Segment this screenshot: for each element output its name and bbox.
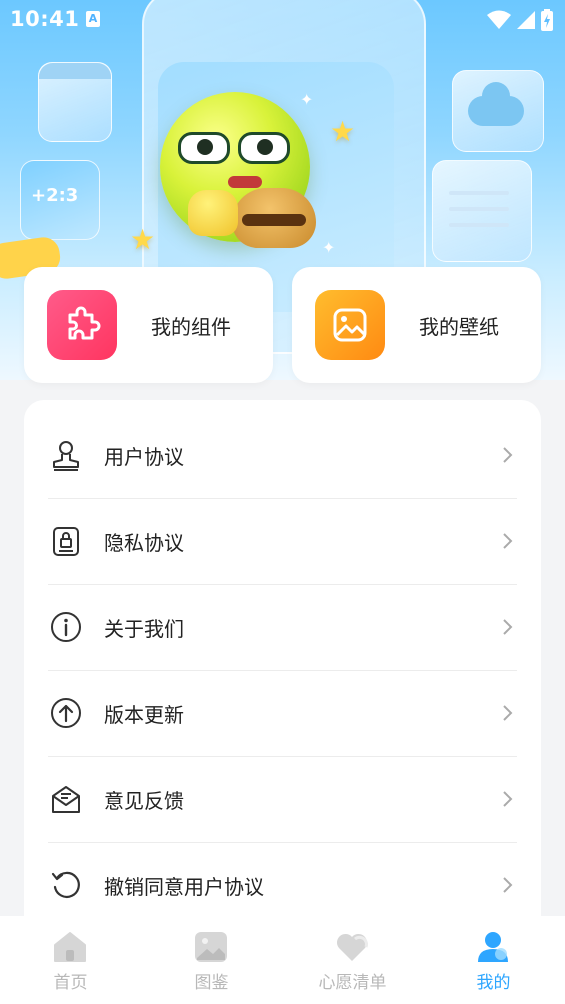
menu-item-label: 版本更新 <box>104 703 184 727</box>
notes-widget-illustration <box>432 160 532 262</box>
bottom-tab-bar: 首页 图鉴 心愿清单 我的 <box>0 916 565 1004</box>
info-icon <box>51 612 81 642</box>
chevron-right-icon <box>503 791 513 807</box>
cloud-icon <box>468 82 524 126</box>
heart-icon <box>336 933 368 961</box>
menu-item-label: 意见反馈 <box>104 789 184 813</box>
menu-item-label: 撤销同意用户协议 <box>104 875 264 899</box>
my-widgets-card[interactable]: 我的组件 <box>24 267 273 383</box>
revoke-icon <box>51 871 80 898</box>
clock-widget-illustration: +2:3 <box>20 160 100 240</box>
status-bar: 10:41 A <box>0 0 565 40</box>
menu-item-version-update[interactable]: 版本更新 <box>48 670 517 757</box>
menu-item-user-agreement[interactable]: 用户协议 <box>48 412 517 499</box>
status-time: 10:41 <box>10 7 80 31</box>
tab-label: 我的 <box>476 973 511 993</box>
my-wallpapers-card[interactable]: 我的壁纸 <box>292 267 541 383</box>
tab-mine[interactable]: 我的 <box>423 916 564 1004</box>
mascot-hand <box>188 190 238 236</box>
feedback-mail-icon <box>52 786 80 813</box>
user-stamp-icon <box>53 441 79 471</box>
my-wallpapers-label: 我的壁纸 <box>419 315 499 339</box>
menu-item-label: 用户协议 <box>104 445 184 469</box>
puzzle-icon <box>47 290 117 360</box>
sparkle-icon: ✦ <box>300 90 314 109</box>
burger-illustration <box>232 188 316 248</box>
chevron-right-icon <box>503 877 513 893</box>
battery-icon <box>541 9 553 31</box>
menu-item-label: 关于我们 <box>104 617 184 641</box>
tab-gallery[interactable]: 图鉴 <box>141 916 282 1004</box>
system-icons <box>487 8 553 32</box>
lock-document-icon <box>53 527 79 556</box>
star-icon: ★ <box>330 115 356 148</box>
mascot-eye-right <box>238 132 290 164</box>
cell-signal-icon <box>517 11 535 29</box>
sparkle-icon: ✦ <box>322 238 336 257</box>
chevron-right-icon <box>503 705 513 721</box>
my-widgets-label: 我的组件 <box>151 315 231 339</box>
tab-wishlist[interactable]: 心愿清单 <box>282 916 423 1004</box>
tab-label: 首页 <box>53 973 88 993</box>
menu-item-label: 隐私协议 <box>104 531 184 555</box>
menu-item-about-us[interactable]: 关于我们 <box>48 584 517 671</box>
tab-label: 图鉴 <box>194 973 229 993</box>
notification-a-icon: A <box>86 11 100 27</box>
menu-item-feedback[interactable]: 意见反馈 <box>48 756 517 843</box>
chevron-right-icon <box>503 619 513 635</box>
mascot-eye-left <box>178 132 230 164</box>
profile-icon <box>478 932 508 962</box>
tab-label: 心愿清单 <box>318 973 387 993</box>
star-icon: ★ <box>130 223 156 256</box>
calendar-widget-illustration <box>38 62 112 142</box>
tab-home[interactable]: 首页 <box>0 916 141 1004</box>
gallery-icon <box>195 932 227 962</box>
chevron-right-icon <box>503 447 513 463</box>
home-icon <box>54 932 86 962</box>
mascot-mouth <box>228 176 262 188</box>
image-icon <box>315 290 385 360</box>
wifi-icon <box>487 10 511 29</box>
settings-menu: 用户协议 隐私协议 关于我们 版本更新 意见反馈 撤销同意用户协议 <box>24 400 541 940</box>
menu-item-privacy-agreement[interactable]: 隐私协议 <box>48 498 517 585</box>
chevron-right-icon <box>503 533 513 549</box>
upgrade-arrow-icon <box>51 698 81 728</box>
